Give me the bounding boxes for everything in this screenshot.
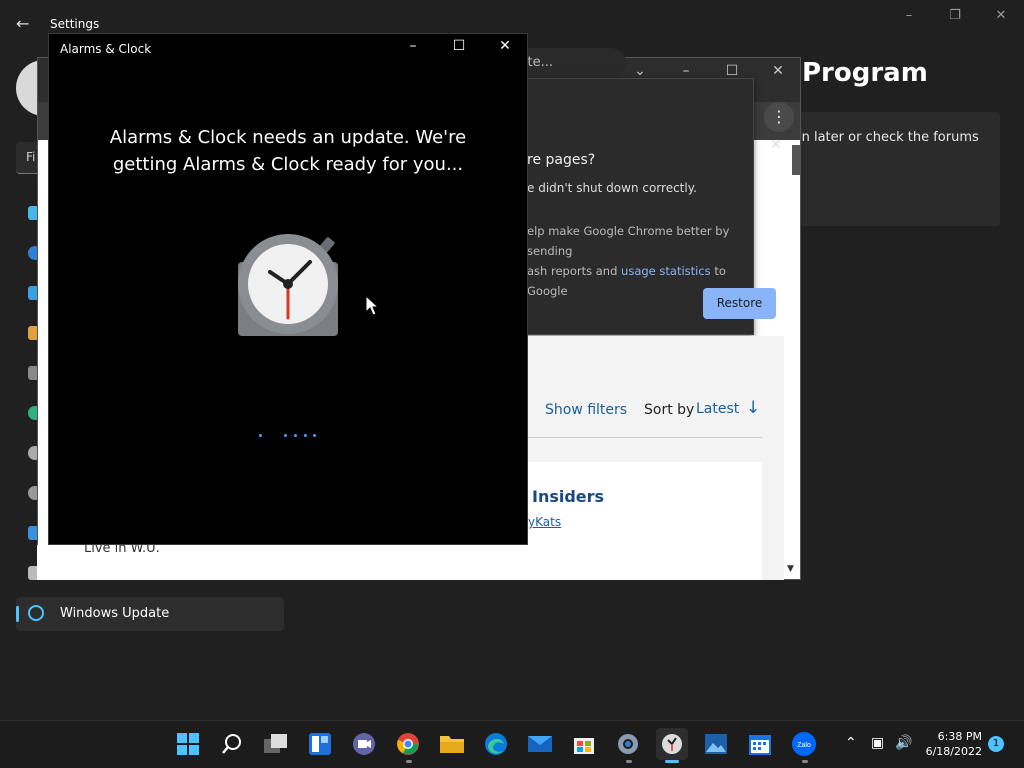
sort-by-label: Sort by [644,402,695,418]
settings-close-button[interactable]: ✕ [989,8,1013,26]
show-filters-link[interactable]: Show filters [545,402,627,418]
photos-icon[interactable] [700,728,732,760]
windows-update-icon [28,605,44,621]
update-message-line: getting Alarms & Clock ready for you... [112,154,464,175]
back-arrow-icon[interactable]: ← [16,14,36,34]
alarms-window-title: Alarms & Clock [60,42,152,56]
file-explorer-icon[interactable] [436,728,468,760]
chrome-icon[interactable] [392,728,424,760]
chrome-tab-search-icon[interactable]: ⌄ [629,63,651,79]
loading-dot [294,434,297,437]
taskbar-clock[interactable]: 6:38 PM 6/18/2022 [920,729,982,759]
usage-statistics-link[interactable]: usage statistics [621,264,711,278]
taskbar-time: 6:38 PM [937,730,982,743]
loading-dot [313,434,316,437]
sort-dropdown[interactable]: Latest [696,401,739,417]
scroll-down-icon[interactable]: ▼ [787,564,794,574]
mail-icon[interactable] [524,728,556,760]
active-indicator [665,760,679,763]
chrome-menu-icon[interactable]: ⋮ [764,102,794,132]
running-indicator [406,760,412,763]
restore-button[interactable]: Restore [703,288,776,319]
running-indicator [626,760,632,763]
sort-direction-icon[interactable]: ↓ [746,398,760,418]
start-icon[interactable] [172,728,204,760]
update-message: Alarms & Clock needs an update. We're ge… [48,124,528,178]
page-title: Program [802,58,928,88]
dialog-body-line: elp make Google Chrome better by sending [527,224,730,258]
task-view-icon[interactable] [260,728,292,760]
alarms-minimize-button[interactable]: – [400,38,426,60]
sidebar-item-label: Windows Update [60,606,170,621]
loading-dot [304,434,307,437]
widgets-icon[interactable] [304,728,336,760]
stopwatch-clock-icon [238,234,338,336]
chrome-maximize-button[interactable]: ☐ [721,63,743,79]
info-card-text: in later or check the forums [798,130,979,145]
teams-chat-icon[interactable] [348,728,380,760]
alarms-close-button[interactable]: ✕ [492,38,518,60]
taskbar-date: 6/18/2022 [925,745,982,758]
settings-icon[interactable] [612,728,644,760]
dialog-subtitle: e didn't shut down correctly. [527,181,697,195]
divider [528,437,762,438]
alarms-maximize-button[interactable]: ☐ [446,38,472,60]
settings-minimize-button[interactable]: – [897,8,921,26]
zalo-icon[interactable]: Zalo [788,728,820,760]
loading-dot [284,434,287,437]
post-card[interactable] [528,462,762,580]
dialog-title: re pages? [527,152,596,168]
running-indicator [802,760,808,763]
svg-text:Zalo: Zalo [797,742,811,749]
loading-dot [259,434,262,437]
search-icon[interactable] [216,728,248,760]
scrollbar-thumb[interactable] [792,145,800,175]
chrome-minimize-button[interactable]: – [675,63,697,79]
volume-icon[interactable]: 🔊 [895,735,912,751]
store-icon[interactable] [568,728,600,760]
selection-indicator [16,606,19,622]
mouse-cursor-icon [365,295,379,316]
settings-title: Settings [50,17,100,31]
chevron-up-icon[interactable]: ⌃ [845,735,857,751]
close-icon[interactable]: ✕ [770,137,782,153]
calendar-icon[interactable] [744,728,776,760]
update-message-line: Alarms & Clock needs an update. We're [109,127,467,148]
alarms-clock-icon[interactable] [656,728,688,760]
edge-icon[interactable] [480,728,512,760]
network-status-icon[interactable]: ▣ [871,735,884,751]
post-author-link[interactable]: yKats [528,515,561,529]
post-title[interactable]: Insiders [532,487,604,506]
settings-restore-button[interactable]: ❐ [943,8,967,26]
chrome-close-button[interactable]: ✕ [767,63,789,79]
notification-badge[interactable]: 1 [988,736,1004,752]
dialog-body-text: ash reports and [527,264,622,278]
